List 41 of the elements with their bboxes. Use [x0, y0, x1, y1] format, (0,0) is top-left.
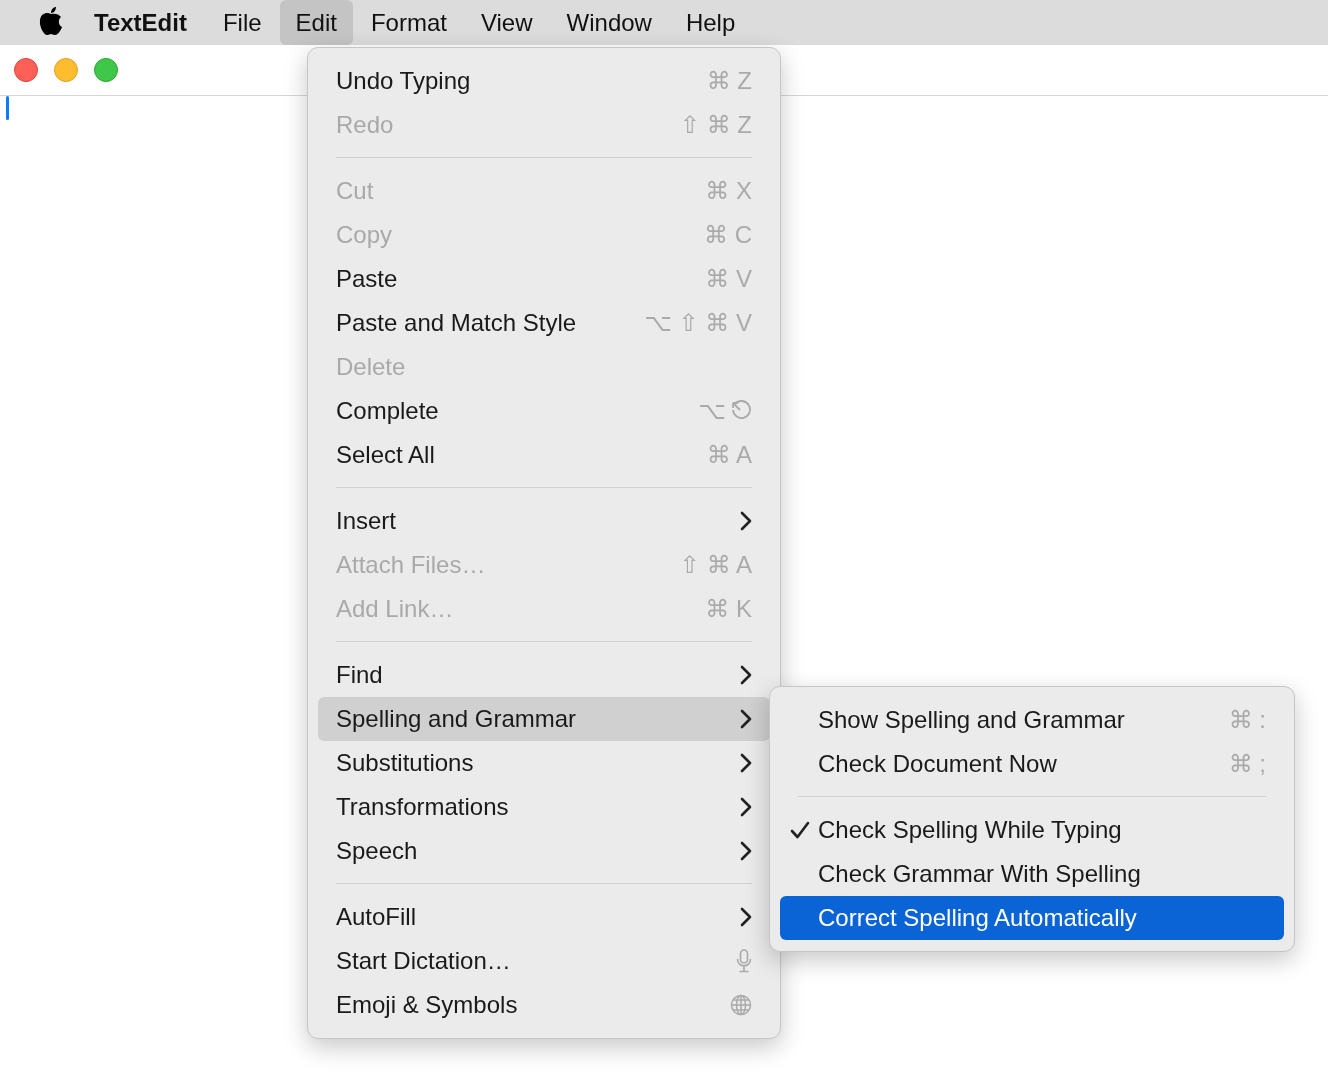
menu-item[interactable]: Spelling and Grammar — [318, 697, 770, 741]
chevron-right-icon — [740, 753, 752, 773]
menu-title[interactable]: Edit — [279, 0, 353, 45]
escape-icon — [730, 400, 752, 422]
chevron-right-icon — [740, 907, 752, 927]
menu-item[interactable]: Complete ⌥ — [318, 389, 770, 433]
microphone-icon — [736, 949, 752, 973]
menu-title[interactable]: File — [206, 0, 278, 45]
menu-item[interactable]: AutoFill — [318, 895, 770, 939]
menu-item[interactable]: Check Grammar With Spelling — [780, 852, 1284, 896]
menu-item[interactable]: Start Dictation… — [318, 939, 770, 983]
menu-title[interactable]: Format — [354, 0, 463, 45]
chevron-right-icon — [740, 511, 752, 531]
app-name-menu[interactable]: TextEdit — [94, 8, 187, 37]
menu-item[interactable]: Insert — [318, 499, 770, 543]
menu-title[interactable]: Window — [550, 0, 668, 45]
apple-icon[interactable] — [38, 5, 64, 36]
menu-item[interactable]: Select All ⌘ A — [318, 433, 770, 477]
globe-icon — [730, 994, 752, 1016]
menu-item[interactable]: Undo Typing ⌘ Z — [318, 59, 770, 103]
menu-item[interactable]: Check Document Now ⌘ ; — [780, 742, 1284, 786]
text-cursor — [6, 96, 9, 120]
menu-item[interactable]: Find — [318, 653, 770, 697]
menu-item[interactable]: Speech — [318, 829, 770, 873]
chevron-right-icon — [740, 797, 752, 817]
menu-item[interactable]: Show Spelling and Grammar ⌘ : — [780, 698, 1284, 742]
menu-item[interactable]: Transformations — [318, 785, 770, 829]
minimize-button[interactable] — [54, 58, 78, 82]
menu-item[interactable]: Substitutions — [318, 741, 770, 785]
menu-item[interactable]: Paste and Match Style ⌥ ⇧ ⌘ V — [318, 301, 770, 345]
menu-title[interactable]: Help — [669, 0, 752, 45]
chevron-right-icon — [740, 665, 752, 685]
menu-title[interactable]: View — [464, 0, 549, 45]
menu-item[interactable]: Correct Spelling Automatically — [780, 896, 1284, 940]
chevron-right-icon — [740, 709, 752, 729]
close-button[interactable] — [14, 58, 38, 82]
menu-item[interactable]: Paste ⌘ V — [318, 257, 770, 301]
zoom-button[interactable] — [94, 58, 118, 82]
menu-item[interactable]: Emoji & Symbols — [318, 983, 770, 1027]
menu-item[interactable]: Check Spelling While Typing — [780, 808, 1284, 852]
chevron-right-icon — [740, 841, 752, 861]
